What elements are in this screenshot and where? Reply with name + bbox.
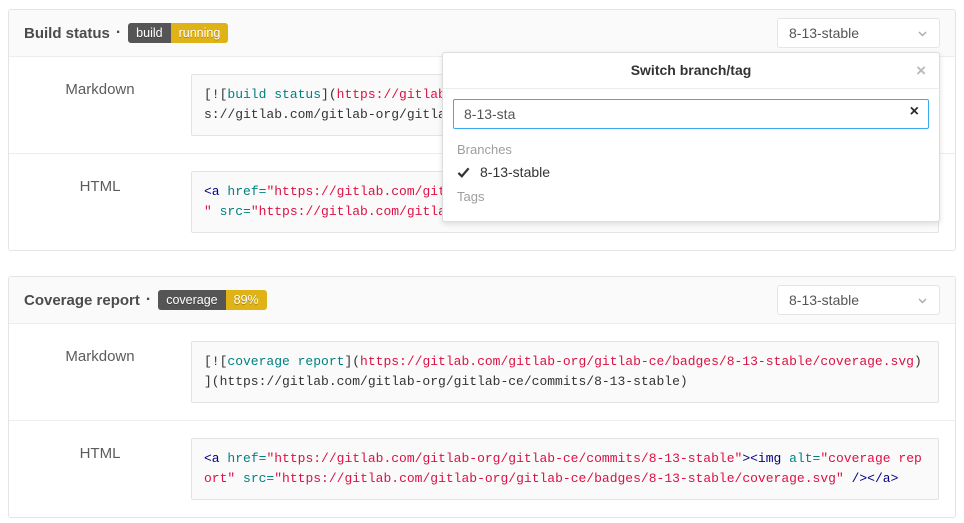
branch-item-8-13-stable[interactable]: 8-13-stable: [443, 160, 939, 184]
popup-title: Switch branch/tag: [631, 62, 752, 78]
row-label: Markdown: [9, 57, 191, 153]
branch-item-label: 8-13-stable: [480, 164, 550, 180]
chevron-down-icon: [917, 28, 928, 39]
coverage-report-panel-header: Coverage report · coverage 89% 8-13-stab…: [9, 277, 955, 324]
branch-search-input[interactable]: [453, 99, 929, 129]
title-separator: ·: [146, 291, 151, 309]
chevron-down-icon: [917, 295, 928, 306]
close-icon[interactable]: ×: [916, 53, 926, 88]
row-label: HTML: [9, 421, 191, 517]
title-separator: ·: [116, 24, 121, 42]
build-status-panel-header: Build status · build running 8-13-stable: [9, 10, 955, 57]
branch-search: ×: [453, 99, 929, 129]
clear-search-icon[interactable]: ×: [910, 103, 919, 121]
check-icon: [457, 166, 471, 179]
branch-selector-value: 8-13-stable: [789, 25, 859, 41]
coverage-badge: coverage 89%: [158, 290, 266, 310]
build-status-badge: build running: [128, 23, 228, 43]
badge-key: build: [128, 23, 170, 43]
branch-selector-button[interactable]: 8-13-stable: [777, 18, 940, 48]
tags-group-header: Tags: [443, 184, 939, 207]
switch-branch-popup: Switch branch/tag × × Branches 8-13-stab…: [442, 52, 940, 222]
html-row: HTML <a href="https://gitlab.com/gitlab-…: [9, 420, 955, 517]
markdown-snippet: [![coverage report](https://gitlab.com/g…: [191, 341, 939, 403]
html-snippet: <a href="https://gitlab.com/gitlab-org/g…: [191, 438, 939, 500]
branch-selector-value: 8-13-stable: [789, 292, 859, 308]
row-label: Markdown: [9, 324, 191, 420]
branch-selector-button[interactable]: 8-13-stable: [777, 285, 940, 315]
badge-key: coverage: [158, 290, 225, 310]
panel-title: Coverage report: [24, 292, 140, 309]
badge-value: running: [171, 23, 229, 43]
row-label: HTML: [9, 154, 191, 250]
coverage-report-panel: Coverage report · coverage 89% 8-13-stab…: [8, 276, 956, 518]
branches-group-header: Branches: [443, 137, 939, 160]
markdown-row: Markdown [![coverage report](https://git…: [9, 324, 955, 420]
popup-header: Switch branch/tag ×: [443, 53, 939, 89]
panel-title: Build status: [24, 25, 110, 42]
badge-value: 89%: [226, 290, 267, 310]
